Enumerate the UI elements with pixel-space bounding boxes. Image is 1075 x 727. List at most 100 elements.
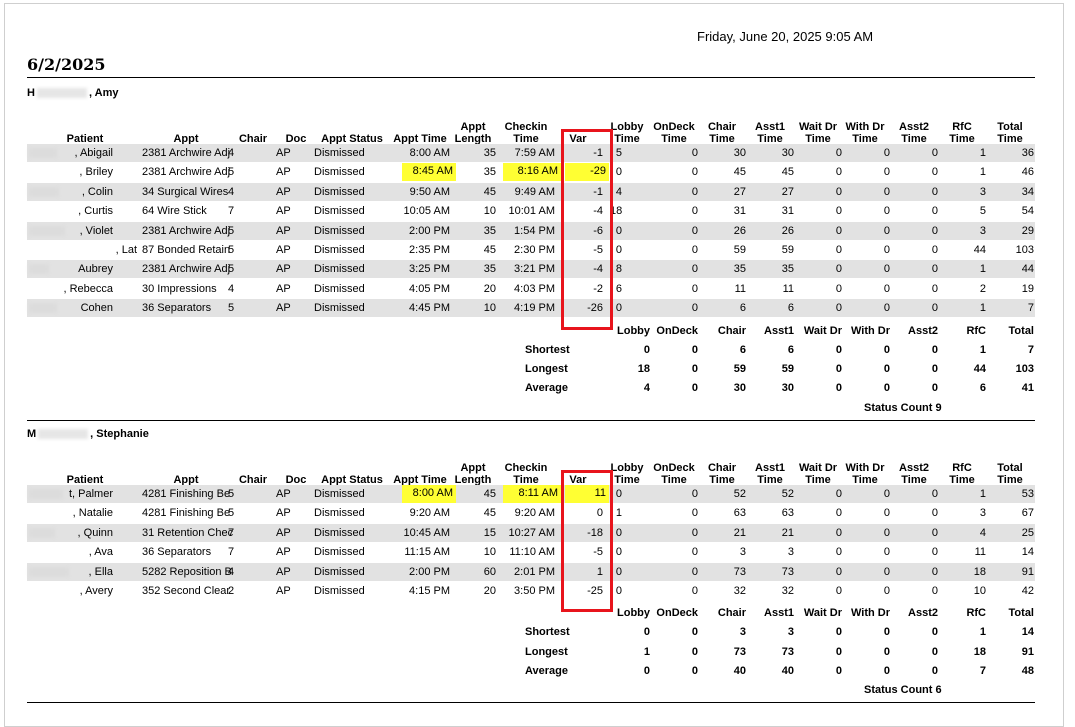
cell-length: 60: [483, 565, 496, 578]
cell-withdr: 0: [883, 565, 890, 578]
cell-waitdr: 0: [835, 263, 842, 276]
cell-checkin: 9:20 AM: [514, 507, 555, 520]
cell-doc: AP: [276, 507, 291, 520]
var-column-highlight: [561, 129, 613, 330]
cell-appt-time: 4:15 PM: [409, 585, 450, 597]
cell-withdr: 0: [883, 205, 890, 218]
summary-value: 73: [781, 645, 794, 658]
summary-value: 0: [883, 665, 890, 677]
cell-rfc: 1: [979, 147, 986, 159]
cell-doc: AP: [276, 263, 291, 276]
cell-chairt: 30: [733, 147, 746, 159]
cell-appt: 4281 Finishing Be: [142, 507, 231, 520]
cell-appt: 64 Wire Stick: [142, 205, 207, 218]
header-divider: [27, 77, 1035, 78]
table-row: , Colin 34 Surgical Wires 4 AP Dismissed 9:50…: [27, 182, 1035, 201]
cell-asst1: 27: [781, 185, 794, 198]
cell-appt-time: 8:45 AM: [402, 163, 456, 182]
cell-rfc: 18: [973, 565, 986, 578]
cell-rfc: 1: [979, 263, 986, 276]
cell-checkin: 2:30 PM: [514, 244, 555, 256]
cell-asst2: 0: [931, 147, 938, 159]
cell-doc: AP: [276, 166, 291, 179]
cell-length: 35: [483, 166, 496, 179]
patient-name: , Colin: [81, 185, 113, 198]
cell-rfc: 3: [979, 507, 986, 520]
patient-name: Cohen: [80, 302, 113, 315]
cell-rfc: 1: [979, 166, 986, 179]
cell-withdr: 0: [883, 507, 890, 520]
summary-value: 1: [979, 343, 986, 356]
table-row: Cohen 36 Separators 5 AP Dismissed 4:45 PM 10 4…: [27, 299, 1035, 318]
summary-value: 41: [1021, 382, 1034, 395]
summary-value: 0: [883, 626, 890, 639]
patient-name: , Lat: [115, 244, 137, 256]
cell-checkin: 4:03 PM: [514, 282, 555, 295]
summary-value: 30: [781, 382, 794, 395]
table-row: , Natalie 4281 Finishing Be 5 AP Dismissed 9:…: [27, 504, 1035, 522]
cell-ondeck: 0: [691, 166, 698, 179]
cell-appt: 36 Separators: [142, 302, 212, 315]
cell-waitdr: 0: [835, 147, 842, 159]
patient-name: , Rebecca: [63, 282, 113, 295]
cell-chairt: 11: [734, 282, 746, 295]
cell-checkin: 10:01 AM: [508, 205, 555, 218]
cell-asst1: 3: [787, 546, 794, 559]
cell-chair: 4: [228, 147, 235, 159]
cell-status: Dismissed: [314, 488, 365, 500]
cell-total: 44: [1021, 263, 1034, 276]
provider-initial: M: [27, 428, 37, 440]
cell-total: 36: [1021, 147, 1034, 159]
cell-chair: 5: [228, 488, 235, 500]
table-row: , Abigail 2381 Archwire Adj 4 AP Dismissed 8:…: [27, 144, 1035, 162]
cell-appt: 2381 Archwire Adj: [142, 166, 231, 179]
provider-initial: H: [27, 87, 35, 99]
cell-length: 15: [483, 526, 496, 539]
header-appt-length-line1: Appt: [460, 462, 486, 474]
cell-appt-time: 10:45 AM: [403, 526, 450, 539]
cell-length: 35: [483, 224, 496, 237]
cell-checkin: 10:27 AM: [508, 526, 555, 539]
report-page: Friday, June 20, 2025 9:05 AM 6/2/2025 H…: [0, 0, 1075, 727]
summary-value: 0: [835, 343, 842, 356]
cell-chairt: 32: [733, 585, 746, 597]
summary-value: 73: [733, 645, 746, 658]
patient-name: , Curtis: [78, 205, 113, 218]
cell-chair: 5: [228, 507, 235, 520]
section-divider: [27, 702, 1035, 704]
cell-asst2: 0: [931, 565, 938, 578]
provider-name-redacted: [36, 88, 87, 99]
cell-length: 45: [483, 488, 496, 500]
cell-status: Dismissed: [314, 224, 365, 237]
cell-chair: 2: [228, 585, 235, 597]
cell-status: Dismissed: [314, 263, 365, 276]
cell-asst2: 0: [931, 282, 938, 295]
header-total-time: Total Time: [980, 121, 1040, 145]
summary-value: 1: [643, 645, 650, 658]
summary-value: 44: [973, 362, 986, 375]
cell-total: 19: [1021, 282, 1034, 295]
header-checkin-time-line1: Checkin: [504, 121, 548, 133]
cell-ondeck: 0: [691, 185, 698, 198]
cell-asst1: 11: [782, 282, 794, 295]
table-row: , Rebecca 30 Impressions 4 AP Dismissed 4:05 …: [27, 280, 1035, 298]
summary-value: 0: [931, 665, 938, 677]
summary-label-shortest: Shortest: [525, 343, 570, 356]
cell-ondeck: 0: [691, 302, 698, 315]
cell-chairt: 6: [739, 302, 746, 315]
provider-rest: , Amy: [88, 87, 119, 99]
cell-asst1: 31: [781, 205, 794, 218]
cell-ondeck: 0: [691, 546, 698, 559]
cell-checkin: 9:49 AM: [514, 185, 555, 198]
cell-asst2: 0: [931, 526, 938, 539]
summary-value: 0: [883, 645, 890, 658]
cell-chairt: 59: [733, 244, 746, 256]
cell-asst1: 32: [781, 585, 794, 597]
summary-value: 6: [979, 382, 986, 395]
cell-total: 54: [1021, 205, 1034, 218]
summary-value: 40: [733, 665, 746, 677]
header-appt-length: Appt Length: [443, 121, 503, 145]
summary-value: 0: [835, 626, 842, 639]
cell-total: 103: [1015, 244, 1034, 256]
cell-asst2: 0: [931, 185, 938, 198]
